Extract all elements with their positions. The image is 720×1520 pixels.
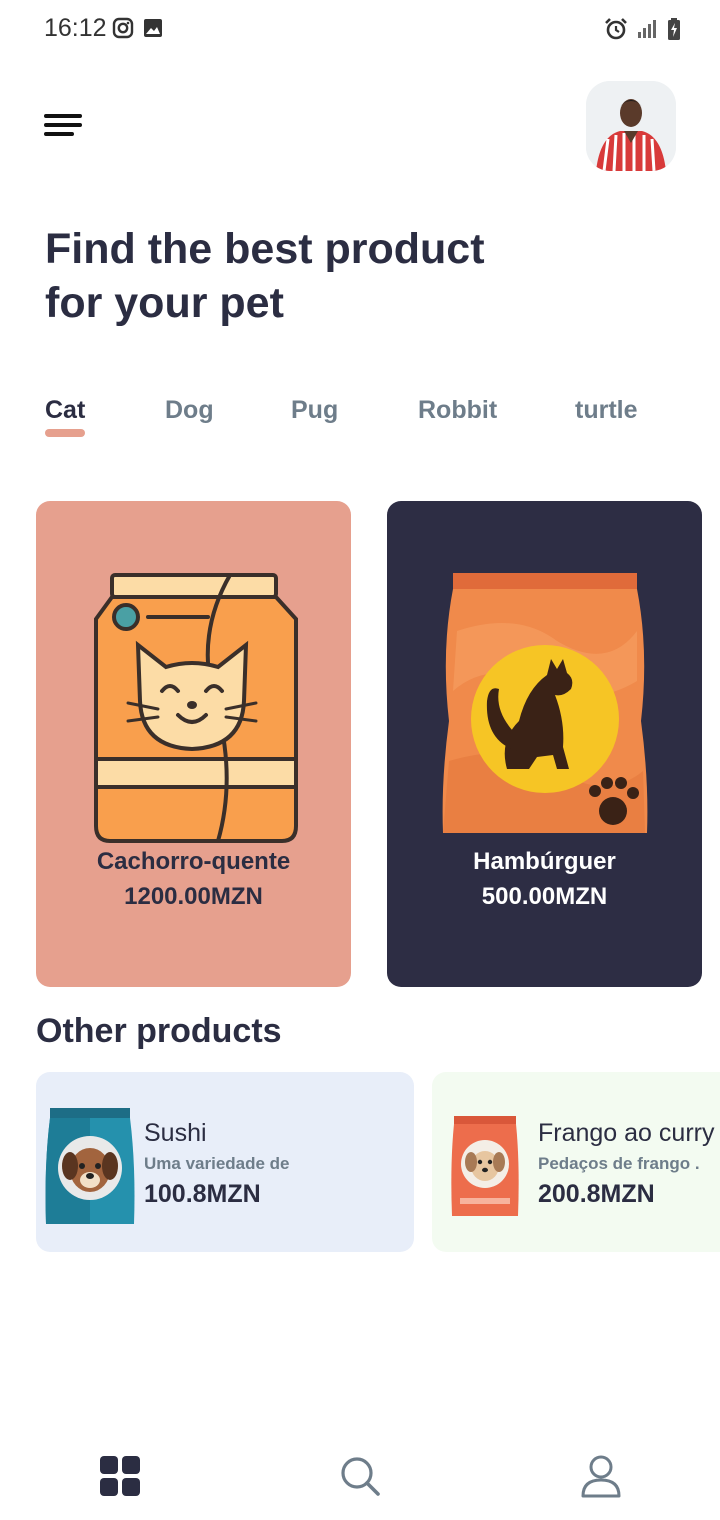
tab-robbit[interactable]: Robbit <box>418 396 497 425</box>
dog-food-bag-icon <box>45 1108 135 1224</box>
cat-silhouette-bag-icon <box>442 573 648 833</box>
other-product-card[interactable]: Frango ao curry Pedaços de frango . 200.… <box>432 1072 720 1252</box>
tab-dog[interactable]: Dog <box>165 396 214 425</box>
dog-food-bag-icon <box>451 1116 519 1216</box>
headline-line-1: Find the best product <box>45 225 485 273</box>
nav-home[interactable] <box>96 1452 144 1500</box>
user-icon <box>581 1455 621 1498</box>
status-right-icons <box>604 17 682 41</box>
image-icon <box>144 19 162 37</box>
alarm-icon <box>605 18 627 40</box>
active-tab-indicator <box>45 429 85 437</box>
section-title: Other products <box>36 1012 282 1050</box>
instagram-icon <box>112 17 134 39</box>
product-card[interactable]: Hambúrguer 500.00MZN <box>387 501 702 987</box>
status-time: 16:12 <box>44 14 107 42</box>
search-icon <box>341 1457 380 1496</box>
nav-profile[interactable] <box>577 1452 625 1500</box>
menu-button[interactable] <box>44 114 82 138</box>
product-price: 500.00MZN <box>481 883 608 910</box>
menu-icon <box>44 114 82 138</box>
other-product-price: 100.8MZN <box>144 1180 261 1208</box>
tab-turtle[interactable]: turtle <box>575 396 638 425</box>
signal-icon <box>638 20 656 38</box>
other-product-card[interactable]: Sushi Uma variedade de 100.8MZN <box>36 1072 414 1252</box>
grid-icon <box>100 1456 140 1496</box>
product-name: Cachorro-quente <box>96 848 291 875</box>
product-name: Hambúrguer <box>473 848 616 875</box>
other-product-price: 200.8MZN <box>538 1180 655 1208</box>
product-price: 1200.00MZN <box>124 883 263 910</box>
page-headline: Find the best product for your pet <box>45 222 565 330</box>
headline-line-2: for your pet <box>45 279 284 327</box>
other-product-description: Pedaços de frango . <box>538 1154 700 1173</box>
other-product-name: Frango ao curry <box>538 1119 715 1147</box>
cat-food-bag-icon <box>94 573 298 843</box>
other-product-description: Uma variedade de <box>144 1154 290 1173</box>
status-left-icons <box>112 17 164 39</box>
other-product-name: Sushi <box>144 1119 207 1147</box>
product-card[interactable]: Cachorro-quente 1200.00MZN <box>36 501 351 987</box>
battery-icon <box>668 18 680 40</box>
tab-pug[interactable]: Pug <box>291 396 338 425</box>
tab-cat[interactable]: Cat <box>45 396 85 425</box>
user-avatar[interactable] <box>586 81 676 171</box>
nav-search[interactable] <box>336 1452 384 1500</box>
